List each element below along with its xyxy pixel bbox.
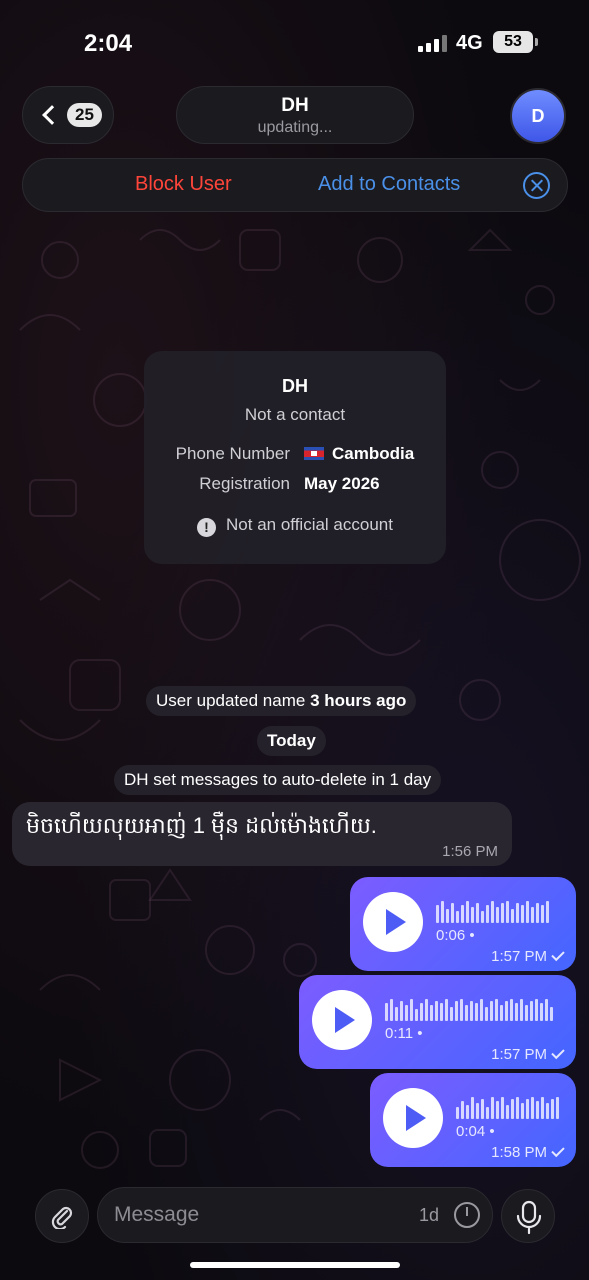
date-divider: Today xyxy=(257,726,326,756)
waveform[interactable] xyxy=(385,997,553,1021)
info-name: DH xyxy=(282,376,308,396)
message-time: 1:57 PM xyxy=(491,947,565,965)
message-composer: 1d xyxy=(97,1187,493,1243)
play-icon[interactable] xyxy=(383,1088,443,1148)
registration-value: May 2026 xyxy=(304,474,380,493)
info-icon: ! xyxy=(197,518,217,537)
timer-icon[interactable] xyxy=(454,1202,480,1228)
message-time: 1:57 PM xyxy=(491,1045,565,1063)
sent-check-icon xyxy=(551,1143,565,1158)
contact-info-card: DH Not a contact Phone Number Cambodia R… xyxy=(144,351,446,564)
contact-name: DH xyxy=(281,95,309,116)
auto-delete-timer-label[interactable]: 1d xyxy=(419,1205,439,1226)
registration-label: Registration xyxy=(199,474,290,493)
waveform[interactable] xyxy=(456,1095,559,1119)
add-to-contacts-button[interactable]: Add to Contacts xyxy=(318,173,460,196)
paperclip-icon[interactable] xyxy=(35,1189,89,1243)
chat-title[interactable]: DH updating... xyxy=(176,86,414,144)
message-time: 1:56 PM xyxy=(442,843,498,860)
voice-message[interactable]: 0:04 • 1:58 PM xyxy=(370,1073,576,1167)
voice-duration: 0:11 • xyxy=(385,1025,423,1042)
close-icon[interactable] xyxy=(523,172,550,199)
phone-value: Cambodia xyxy=(304,444,414,464)
back-button[interactable]: 25 xyxy=(22,86,114,144)
voice-duration: 0:06 • xyxy=(436,927,475,944)
voice-message[interactable]: 0:06 • 1:57 PM xyxy=(350,877,576,971)
official-note: ! Not an official account xyxy=(144,515,446,537)
waveform[interactable] xyxy=(436,899,549,923)
auto-delete-notice: DH set messages to auto-delete in 1 day xyxy=(114,765,442,795)
play-icon[interactable] xyxy=(312,990,372,1050)
home-indicator xyxy=(190,1262,400,1268)
incoming-message[interactable]: មិចហើយលុយអាញ់ 1 ម៉ឺន ដល់ម៉ោងហើយ. 1:56 PM xyxy=(12,802,512,866)
signal-icon xyxy=(418,34,447,52)
avatar[interactable]: D xyxy=(510,88,566,144)
info-contact-status: Not a contact xyxy=(244,405,346,424)
block-user-button[interactable]: Block User xyxy=(135,173,232,196)
chevron-left-icon xyxy=(42,105,62,125)
phone-label: Phone Number xyxy=(175,444,290,463)
message-input[interactable] xyxy=(114,1200,394,1230)
microphone-icon[interactable] xyxy=(501,1189,555,1243)
message-time: 1:58 PM xyxy=(491,1143,565,1161)
voice-duration: 0:04 • xyxy=(456,1123,495,1140)
sent-check-icon xyxy=(551,947,565,962)
contact-action-bar: Block User Add to Contacts xyxy=(22,158,568,212)
voice-message[interactable]: 0:11 • 1:57 PM xyxy=(299,975,576,1069)
play-icon[interactable] xyxy=(363,892,423,952)
name-update-notice: User updated name 3 hours ago xyxy=(146,686,417,716)
contact-status: updating... xyxy=(257,119,333,136)
unread-count-badge: 25 xyxy=(67,103,102,127)
battery-icon: 53 xyxy=(493,31,538,53)
sent-check-icon xyxy=(551,1045,565,1060)
cambodia-flag-icon xyxy=(304,447,324,460)
network-type: 4G xyxy=(456,32,483,54)
message-text: មិចហើយលុយអាញ់ 1 ម៉ឺន ដល់ម៉ោងហើយ. xyxy=(26,813,377,838)
status-bar: 2:04 4G 53 xyxy=(0,0,589,80)
status-time: 2:04 xyxy=(84,30,133,57)
